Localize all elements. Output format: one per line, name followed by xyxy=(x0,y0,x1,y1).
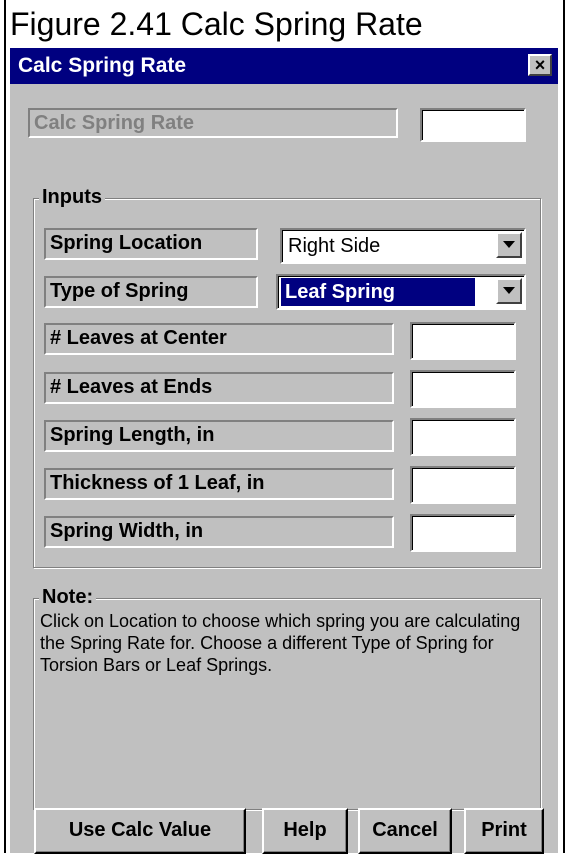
spring-width-input[interactable] xyxy=(410,514,516,552)
leaf-thickness-label: Thickness of 1 Leaf, in xyxy=(44,468,394,500)
calc-spring-rate-label: Calc Spring Rate xyxy=(28,108,398,138)
spring-location-label: Spring Location xyxy=(44,228,258,260)
chevron-down-icon xyxy=(503,241,515,248)
figure-caption: Figure 2.41 Calc Spring Rate xyxy=(10,6,423,42)
leaf-thickness-input[interactable] xyxy=(410,466,516,504)
type-of-spring-dropdown-button[interactable] xyxy=(496,278,522,304)
frame-left-border xyxy=(4,0,6,853)
type-of-spring-label: Type of Spring xyxy=(44,276,258,308)
note-group-title: Note: xyxy=(39,586,97,608)
frame-right-border xyxy=(563,0,565,853)
type-of-spring-dropdown[interactable]: Leaf Spring xyxy=(276,274,526,310)
spring-location-dropdown[interactable]: Right Side xyxy=(280,228,526,264)
calc-spring-rate-dialog: Calc Spring Rate × Calc Spring Rate Inpu… xyxy=(10,48,558,854)
spring-length-input[interactable] xyxy=(410,418,516,456)
cancel-button[interactable]: Cancel xyxy=(358,808,452,854)
close-button[interactable]: × xyxy=(528,54,552,76)
spring-location-dropdown-button[interactable] xyxy=(496,232,522,258)
inputs-group-title: Inputs xyxy=(39,186,105,208)
leaves-at-center-input[interactable] xyxy=(410,322,516,360)
leaves-at-center-label: # Leaves at Center xyxy=(44,323,394,355)
spring-location-value: Right Side xyxy=(288,235,381,257)
close-icon: × xyxy=(534,55,546,75)
spring-width-label: Spring Width, in xyxy=(44,516,394,548)
leaves-at-ends-label: # Leaves at Ends xyxy=(44,372,394,404)
window-title: Calc Spring Rate xyxy=(18,54,187,77)
type-of-spring-value: Leaf Spring xyxy=(281,278,475,306)
use-calc-value-button[interactable]: Use Calc Value xyxy=(34,808,246,854)
leaves-at-ends-input[interactable] xyxy=(410,370,516,408)
spring-length-label: Spring Length, in xyxy=(44,420,394,452)
calc-spring-rate-output xyxy=(420,108,526,142)
note-text: Click on Location to choose which spring… xyxy=(40,611,521,675)
help-button[interactable]: Help xyxy=(262,808,348,854)
title-bar[interactable]: Calc Spring Rate × xyxy=(10,48,558,84)
print-button[interactable]: Print xyxy=(464,808,544,854)
chevron-down-icon xyxy=(503,287,515,294)
